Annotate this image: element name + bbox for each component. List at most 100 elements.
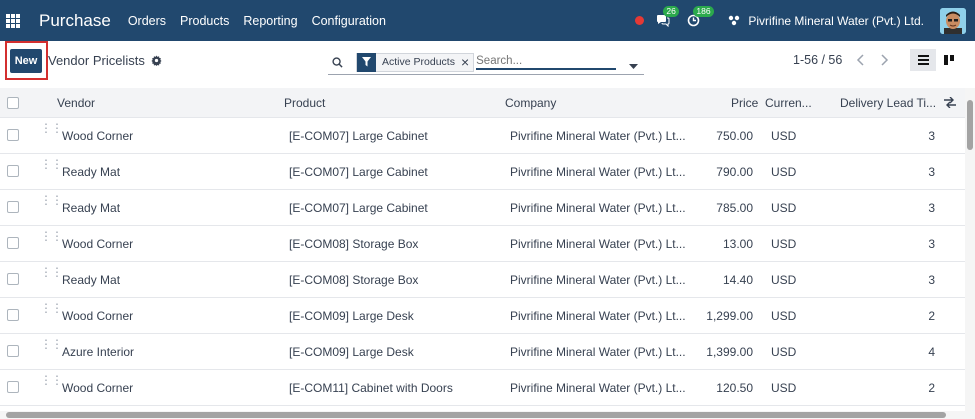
control-panel: New Vendor Pricelists Active Products × … [0,41,975,88]
drag-handle-icon[interactable]: ⋮⋮ [40,122,63,134]
drag-handle-icon[interactable]: ⋮⋮ [40,194,63,206]
main-menu: Orders Products Reporting Configuration [121,14,393,28]
column-settings-icon[interactable] [944,96,956,111]
column-lead-time[interactable]: Delivery Lead Ti... [840,96,936,110]
drag-handle-icon[interactable]: ⋮⋮ [40,158,63,170]
cell-lead-time: 2 [928,381,935,395]
table-row[interactable]: ⋮⋮ Azure Interior [E-COM09] Large Desk Pivr… [0,334,965,370]
cell-vendor: Ready Mat [62,273,121,287]
cell-company: Pivrifine Mineral Water (Pvt.) Lt... [510,165,686,179]
table-row[interactable]: ⋮⋮ Ready Mat [E-COM08] Storage Box Pivrifin… [0,262,965,298]
cell-vendor: Ready Mat [62,165,121,179]
table-row[interactable]: ⋮⋮ Ready Mat [E-COM07] Large Cabinet Pivrif… [0,190,965,226]
drag-handle-icon[interactable]: ⋮⋮ [40,266,63,278]
messages-badge: 26 [663,5,679,17]
facet-label: Active Products [382,56,455,68]
menu-orders[interactable]: Orders [121,14,173,28]
cell-currency: USD [771,309,797,323]
company-switch-icon[interactable] [728,15,740,26]
cell-currency: USD [771,237,797,251]
drag-handle-icon[interactable]: ⋮⋮ [40,230,63,242]
systray: 26 186 Pivrifine Mineral Water (Pvt.) Lt… [635,0,975,41]
row-checkbox[interactable] [7,273,19,285]
column-vendor[interactable]: Vendor [57,96,95,110]
row-checkbox[interactable] [7,165,19,177]
row-checkbox[interactable] [7,237,19,249]
column-company[interactable]: Company [505,96,556,110]
drag-handle-icon[interactable]: ⋮⋮ [40,338,63,350]
top-navbar: Purchase Orders Products Reporting Confi… [0,0,975,41]
cell-product: [E-COM09] Large Desk [289,345,414,359]
row-checkbox[interactable] [7,381,19,393]
cell-price: 750.00 [716,129,753,143]
column-currency[interactable]: Curren... [765,96,812,110]
activities-badge: 186 [693,5,714,17]
list-view-icon[interactable] [910,49,936,71]
cell-currency: USD [771,273,797,287]
activities-icon[interactable]: 186 [684,5,714,30]
column-product[interactable]: Product [284,96,325,110]
cell-lead-time: 2 [928,309,935,323]
table-row[interactable]: ⋮⋮ Wood Corner [E-COM11] Cabinet with Door… [0,370,965,406]
cell-company: Pivrifine Mineral Water (Pvt.) Lt... [510,273,686,287]
cell-price: 13.00 [722,237,753,251]
drag-handle-icon[interactable]: ⋮⋮ [40,302,63,314]
menu-configuration[interactable]: Configuration [305,14,393,28]
search-icon[interactable] [332,56,348,68]
cell-currency: USD [771,381,797,395]
cell-vendor: Azure Interior [62,345,135,359]
drag-handle-icon[interactable]: ⋮⋮ [40,374,63,386]
table-row[interactable]: ⋮⋮ Wood Corner [E-COM09] Large Desk Pivrifi… [0,298,965,334]
search-bar: Active Products × [328,50,644,75]
cell-product: [E-COM09] Large Desk [289,309,414,323]
cell-currency: USD [771,201,797,215]
search-facet: Active Products × [356,52,475,72]
select-all-checkbox[interactable] [7,97,19,109]
cell-currency: USD [771,345,797,359]
horizontal-scrollbar[interactable] [0,411,965,419]
cell-currency: USD [771,165,797,179]
column-price[interactable]: Price [731,96,758,110]
gear-icon[interactable] [151,55,162,66]
chevron-down-icon[interactable] [629,59,638,73]
row-checkbox[interactable] [7,201,19,213]
cell-lead-time: 3 [928,165,935,179]
status-dot-icon[interactable] [635,16,645,25]
vertical-scrollbar[interactable] [965,88,975,419]
table-row[interactable]: ⋮⋮ Wood Corner [E-COM07] Large Cabinet Pivr… [0,118,965,154]
cell-product: [E-COM08] Storage Box [289,273,419,287]
apps-menu-icon[interactable] [6,13,20,28]
menu-products[interactable]: Products [173,14,236,28]
new-button[interactable]: New [10,49,42,73]
cell-lead-time: 3 [928,129,935,143]
company-name[interactable]: Pivrifine Mineral Water (Pvt.) Ltd. [748,14,924,28]
cell-company: Pivrifine Mineral Water (Pvt.) Lt... [510,309,686,323]
cell-product: [E-COM11] Cabinet with Doors [289,381,453,395]
table-row[interactable]: ⋮⋮ Ready Mat [E-COM07] Large Cabinet Pivrif… [0,154,965,190]
table-row[interactable]: ⋮⋮ Wood Corner [E-COM08] Storage Box Pivrif… [0,226,965,262]
user-avatar[interactable] [940,7,966,34]
page-title: Vendor Pricelists [48,53,145,68]
kanban-view-icon[interactable] [936,49,962,71]
cell-vendor: Ready Mat [62,201,121,215]
breadcrumb: Vendor Pricelists [48,53,162,68]
cell-price: 1,399.00 [706,345,753,359]
pager-next-icon[interactable] [873,49,897,71]
menu-reporting[interactable]: Reporting [236,14,304,28]
remove-facet-icon[interactable]: × [461,54,473,71]
cell-company: Pivrifine Mineral Water (Pvt.) Lt... [510,201,686,215]
pricelist-table: Vendor Product Company Price Curren... D… [0,88,965,406]
search-input[interactable] [476,54,617,70]
row-checkbox[interactable] [7,309,19,321]
cell-price: 785.00 [716,201,753,215]
cell-product: [E-COM07] Large Cabinet [289,201,428,215]
row-checkbox[interactable] [7,345,19,357]
cell-company: Pivrifine Mineral Water (Pvt.) Lt... [510,129,686,143]
row-checkbox[interactable] [7,129,19,141]
cell-vendor: Wood Corner [62,381,134,395]
cell-vendor: Wood Corner [62,129,134,143]
pager-value[interactable]: 1-56 / 56 [793,53,842,67]
app-name[interactable]: Purchase [39,11,111,31]
pager-previous-icon[interactable] [848,49,872,71]
messages-icon[interactable]: 26 [654,5,679,30]
